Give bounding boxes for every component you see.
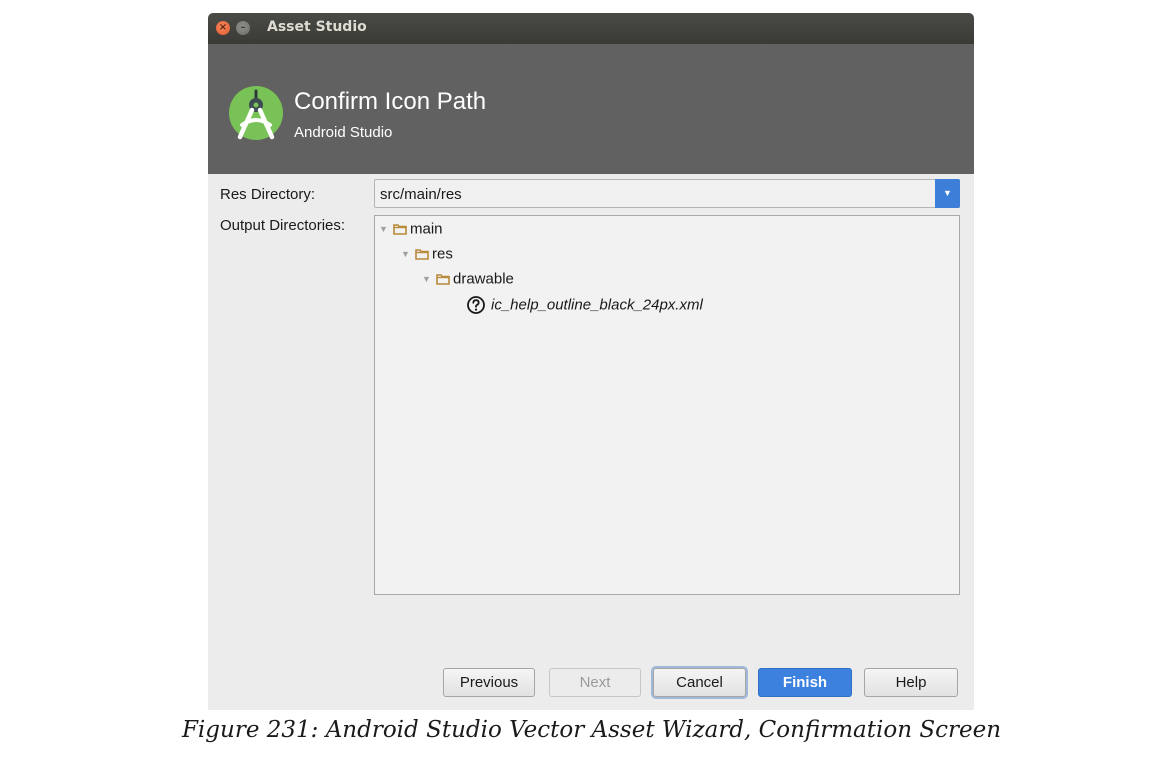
expand-arrow-icon[interactable]: ▼	[379, 224, 393, 234]
title-bar: × – Asset Studio	[208, 13, 974, 44]
expand-arrow-icon[interactable]: ▼	[401, 249, 415, 259]
tree-item-label: ic_help_outline_black_24px.xml	[491, 296, 703, 314]
button-bar: Previous Next Cancel Finish Help	[208, 633, 974, 710]
close-window-button[interactable]: ×	[216, 21, 230, 35]
help-button[interactable]: Help	[864, 668, 958, 697]
android-studio-logo-icon	[229, 86, 283, 140]
wizard-header: Confirm Icon Path Android Studio	[208, 44, 974, 174]
tree-item-label: drawable	[453, 270, 514, 288]
folder-icon	[415, 249, 429, 260]
asset-studio-dialog: × – Asset Studio Confirm Icon Path Andro…	[208, 13, 974, 710]
tree-item-label: res	[432, 245, 453, 263]
cancel-button[interactable]: Cancel	[653, 668, 746, 697]
tree-item-res[interactable]: ▼ res	[401, 245, 453, 267]
tree-item-drawable[interactable]: ▼ drawable	[422, 270, 514, 292]
help-outline-icon	[467, 296, 485, 314]
next-button[interactable]: Next	[549, 668, 641, 697]
page-title: Confirm Icon Path	[294, 88, 487, 115]
tree-item-main[interactable]: ▼ main	[379, 220, 443, 242]
expand-arrow-icon[interactable]: ▼	[422, 274, 436, 284]
output-directories-label: Output Directories:	[220, 217, 346, 234]
tree-item-file[interactable]: ic_help_outline_black_24px.xml	[466, 295, 703, 317]
finish-button[interactable]: Finish	[758, 668, 852, 697]
tree-item-label: main	[410, 220, 443, 238]
previous-button[interactable]: Previous	[443, 668, 535, 697]
res-directory-select[interactable]: src/main/res ▼	[374, 179, 960, 208]
chevron-down-icon[interactable]: ▼	[935, 179, 960, 208]
folder-icon	[436, 274, 450, 285]
window-title: Asset Studio	[267, 19, 367, 35]
page-subtitle: Android Studio	[294, 124, 393, 141]
minimize-window-button[interactable]: –	[236, 21, 250, 35]
folder-icon	[393, 224, 407, 235]
res-directory-value: src/main/res	[380, 186, 462, 203]
output-directories-tree[interactable]: ▼ main ▼ res ▼ drawable ic_help_outline_bla…	[374, 215, 960, 595]
res-directory-label: Res Directory:	[220, 186, 316, 203]
figure-caption: Figure 231: Android Studio Vector Asset …	[181, 717, 1002, 743]
